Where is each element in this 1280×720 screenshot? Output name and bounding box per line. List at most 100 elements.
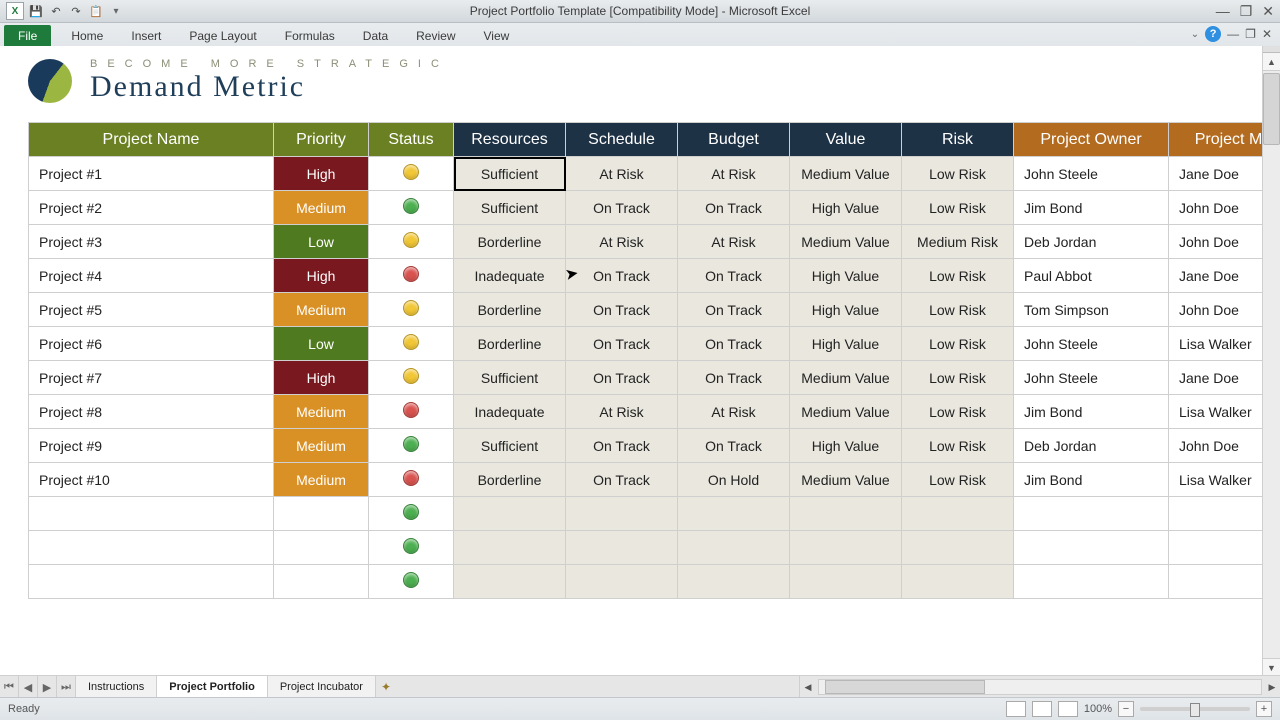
hscroll-track[interactable] xyxy=(818,679,1262,695)
cell-owner[interactable]: Paul Abbot xyxy=(1014,259,1169,293)
cell-value[interactable]: Medium Value xyxy=(790,395,902,429)
cell-risk[interactable]: Low Risk xyxy=(902,259,1014,293)
cell-empty[interactable] xyxy=(454,531,566,565)
ribbon-tab-insert[interactable]: Insert xyxy=(117,25,175,47)
cell-resources[interactable]: Inadequate xyxy=(454,259,566,293)
cell-value[interactable]: High Value xyxy=(790,191,902,225)
col-status[interactable]: Status xyxy=(369,123,454,157)
cell-status[interactable] xyxy=(369,429,454,463)
ribbon-tab-home[interactable]: Home xyxy=(57,25,117,47)
cell-budget[interactable]: On Track xyxy=(678,361,790,395)
worksheet-viewport[interactable]: Become More Strategic Demand Metric Proj… xyxy=(0,46,1280,676)
cell-owner[interactable]: John Steele xyxy=(1014,157,1169,191)
cell-empty[interactable] xyxy=(274,497,369,531)
col-value[interactable]: Value xyxy=(790,123,902,157)
cell-owner[interactable]: Deb Jordan xyxy=(1014,429,1169,463)
cell-risk[interactable]: Low Risk xyxy=(902,429,1014,463)
cell-resources[interactable]: Borderline xyxy=(454,225,566,259)
cell-status[interactable] xyxy=(369,191,454,225)
cell-project-name[interactable]: Project #6 xyxy=(29,327,274,361)
tab-nav-next[interactable]: ▶ xyxy=(38,676,57,698)
cell-risk[interactable]: Low Risk xyxy=(902,395,1014,429)
cell-dropdown-icon[interactable]: ▾ xyxy=(565,162,566,186)
cell-schedule[interactable]: On Track xyxy=(566,361,678,395)
scroll-thumb[interactable] xyxy=(1263,73,1280,145)
cell-empty[interactable] xyxy=(678,497,790,531)
cell-value[interactable]: High Value xyxy=(790,327,902,361)
cell-empty[interactable] xyxy=(454,497,566,531)
cell-risk[interactable]: Low Risk xyxy=(902,327,1014,361)
scroll-down-button[interactable]: ▼ xyxy=(1263,658,1280,676)
split-handle[interactable] xyxy=(1263,46,1280,53)
ribbon-tab-data[interactable]: Data xyxy=(349,25,402,47)
cell-resources[interactable]: Borderline xyxy=(454,293,566,327)
ribbon-minimize-button[interactable]: — xyxy=(1227,27,1239,41)
hscroll-left-button[interactable]: ◀ xyxy=(800,679,816,695)
cell-project-name[interactable]: Project #5 xyxy=(29,293,274,327)
sheet-tab-instructions[interactable]: Instructions xyxy=(76,676,157,698)
cell-status[interactable] xyxy=(369,361,454,395)
cell-owner[interactable]: Deb Jordan xyxy=(1014,225,1169,259)
cell-priority[interactable]: Medium xyxy=(274,463,369,497)
cell-priority[interactable]: High xyxy=(274,157,369,191)
cell-budget[interactable]: At Risk xyxy=(678,157,790,191)
ribbon-chevron-icon[interactable]: ⌄ xyxy=(1191,29,1199,40)
col-risk[interactable]: Risk xyxy=(902,123,1014,157)
cell-schedule[interactable]: At Risk xyxy=(566,225,678,259)
cell-value[interactable]: Medium Value xyxy=(790,463,902,497)
cell-schedule[interactable]: At Risk xyxy=(566,157,678,191)
ribbon-tab-formulas[interactable]: Formulas xyxy=(271,25,349,47)
cell-risk[interactable]: Low Risk xyxy=(902,293,1014,327)
sheet-tab-project-incubator[interactable]: Project Incubator xyxy=(268,676,376,698)
cell-project-name[interactable]: Project #1 xyxy=(29,157,274,191)
cell-status[interactable] xyxy=(369,395,454,429)
cell-status[interactable] xyxy=(369,463,454,497)
cell-empty[interactable] xyxy=(1014,565,1169,599)
cell-risk[interactable]: Low Risk xyxy=(902,463,1014,497)
save-icon[interactable]: 💾 xyxy=(28,3,44,19)
col-project[interactable]: Project Name xyxy=(29,123,274,157)
cell-empty[interactable] xyxy=(29,531,274,565)
cell-status[interactable] xyxy=(369,225,454,259)
cell-schedule[interactable]: On Track xyxy=(566,327,678,361)
cell-budget[interactable]: At Risk xyxy=(678,395,790,429)
cell-priority[interactable]: Medium xyxy=(274,191,369,225)
scroll-up-button[interactable]: ▲ xyxy=(1263,53,1280,71)
cell-schedule[interactable]: At Risk xyxy=(566,395,678,429)
cell-status[interactable] xyxy=(369,565,454,599)
cell-schedule[interactable]: On Track xyxy=(566,429,678,463)
cell-priority[interactable]: Medium xyxy=(274,429,369,463)
cell-owner[interactable]: Jim Bond xyxy=(1014,191,1169,225)
cell-schedule[interactable]: On Track xyxy=(566,191,678,225)
cell-status[interactable] xyxy=(369,327,454,361)
ribbon-close-button[interactable]: ✕ xyxy=(1262,27,1272,41)
cell-budget[interactable]: On Track xyxy=(678,191,790,225)
paste-icon[interactable]: 📋 xyxy=(88,3,104,19)
portfolio-table[interactable]: Project Name Priority Status Resources S… xyxy=(28,122,1280,599)
ribbon-restore-button[interactable]: ❐ xyxy=(1245,27,1256,41)
col-budget[interactable]: Budget xyxy=(678,123,790,157)
cell-owner[interactable]: Jim Bond xyxy=(1014,463,1169,497)
cell-status[interactable] xyxy=(369,157,454,191)
cell-project-name[interactable]: Project #4 xyxy=(29,259,274,293)
cell-empty[interactable] xyxy=(678,565,790,599)
zoom-out-button[interactable]: − xyxy=(1118,701,1134,717)
col-owner[interactable]: Project Owner xyxy=(1014,123,1169,157)
ribbon-tab-view[interactable]: View xyxy=(470,25,524,47)
cell-empty[interactable] xyxy=(902,497,1014,531)
cell-resources[interactable]: Inadequate xyxy=(454,395,566,429)
cell-empty[interactable] xyxy=(566,497,678,531)
cell-empty[interactable] xyxy=(274,565,369,599)
cell-resources[interactable]: Sufficient xyxy=(454,429,566,463)
cell-resources[interactable]: Sufficient▾ xyxy=(454,157,566,191)
cell-project-name[interactable]: Project #8 xyxy=(29,395,274,429)
zoom-knob[interactable] xyxy=(1190,703,1200,717)
cell-risk[interactable]: Medium Risk xyxy=(902,225,1014,259)
cell-status[interactable] xyxy=(369,293,454,327)
cell-priority[interactable]: Low xyxy=(274,225,369,259)
cell-status[interactable] xyxy=(369,497,454,531)
cell-priority[interactable]: High xyxy=(274,259,369,293)
cell-schedule[interactable]: On Track xyxy=(566,259,678,293)
hscroll-thumb[interactable] xyxy=(825,680,985,694)
cell-resources[interactable]: Sufficient xyxy=(454,191,566,225)
